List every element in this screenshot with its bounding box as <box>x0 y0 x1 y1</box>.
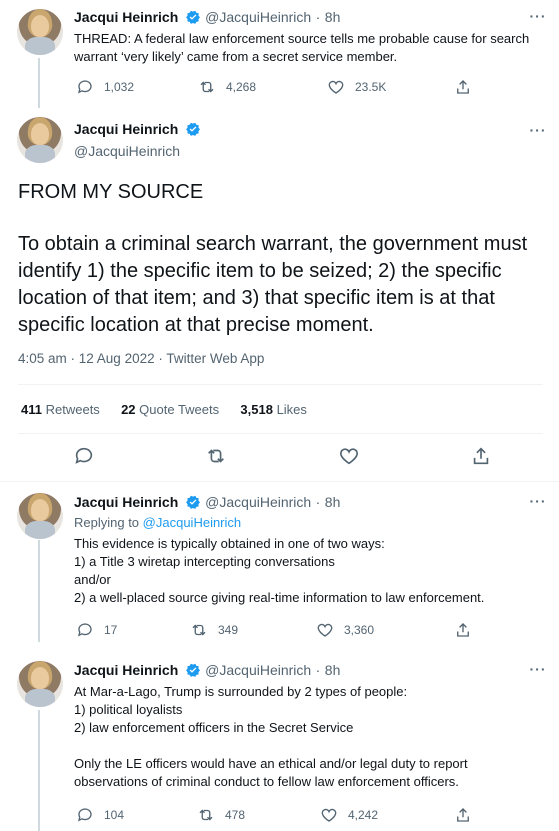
heart-icon <box>321 808 337 822</box>
separator-dot: · <box>315 662 321 678</box>
tweet-header: Jacqui Heinrich @JacquiHeinrich · 8h <box>74 9 340 27</box>
avatar[interactable] <box>17 117 63 163</box>
avatar[interactable] <box>17 493 63 539</box>
retweets-stat[interactable]: 411 Retweets <box>21 402 100 417</box>
likes-stat[interactable]: 3,518 Likes <box>240 402 307 417</box>
tweet-time[interactable]: 8h <box>325 9 341 25</box>
author-handle[interactable]: @JacquiHeinrich <box>205 9 311 25</box>
avatar[interactable] <box>17 661 63 707</box>
quote-tweets-stat[interactable]: 22 Quote Tweets <box>121 402 219 417</box>
main-author: Jacqui Heinrich @JacquiHeinrich <box>74 121 201 159</box>
share-button[interactable] <box>454 621 472 639</box>
retweet-button[interactable]: 349 <box>190 621 238 639</box>
reply-count: 1,032 <box>104 80 135 94</box>
verified-badge-icon <box>185 10 200 24</box>
like-button[interactable]: 4,242 <box>320 806 378 824</box>
retweet-count: 4,268 <box>226 80 257 94</box>
tweet-time[interactable]: 8h <box>325 662 341 678</box>
tweet-stats: 411 Retweets 22 Quote Tweets 3,518 Likes <box>21 402 307 417</box>
more-options-icon[interactable]: ··· <box>528 662 548 679</box>
retweet-button[interactable]: 478 <box>197 806 245 824</box>
share-icon <box>457 80 469 94</box>
main-tweet-heading: FROM MY SOURCE <box>18 181 204 203</box>
divider <box>18 384 543 385</box>
tweet-time[interactable]: 8h <box>325 494 341 510</box>
tweet-timestamp[interactable]: 4:05 am · 12 Aug 2022 · Twitter Web App <box>18 351 264 366</box>
like-button[interactable]: 23.5K <box>327 78 386 96</box>
retweet-button[interactable] <box>205 445 227 467</box>
reply-button[interactable]: 104 <box>76 806 124 824</box>
more-options-icon[interactable]: ··· <box>528 494 548 511</box>
reply-icon <box>77 623 92 637</box>
reply-button[interactable]: 1,032 <box>76 78 134 96</box>
reply-icon <box>77 808 92 822</box>
verified-badge-icon <box>185 122 200 136</box>
reply-button[interactable] <box>73 445 95 467</box>
replying-to-handle-link[interactable]: @JacquiHeinrich <box>143 515 241 530</box>
like-count: 4,242 <box>348 808 379 822</box>
reply-icon <box>77 80 92 94</box>
reply-icon <box>75 447 93 464</box>
share-icon <box>457 623 469 637</box>
heart-icon <box>339 448 359 465</box>
tweet-header: Jacqui Heinrich @JacquiHeinrich · 8h <box>74 662 340 680</box>
like-count: 3,360 <box>344 623 375 637</box>
retweet-count: 478 <box>225 808 246 822</box>
more-options-icon[interactable]: ··· <box>528 123 548 140</box>
heart-icon <box>317 623 333 637</box>
retweet-count: 349 <box>218 623 239 637</box>
share-button[interactable] <box>470 445 492 467</box>
reply-button[interactable]: 17 <box>76 621 117 639</box>
replying-to: Replying to @JacquiHeinrich <box>74 515 242 530</box>
share-button[interactable] <box>454 806 472 824</box>
verified-badge-icon <box>185 663 200 677</box>
thread-connector <box>38 710 40 831</box>
share-icon <box>457 808 469 822</box>
retweet-button[interactable]: 4,268 <box>198 78 256 96</box>
retweet-icon <box>208 449 224 463</box>
author-name[interactable]: Jacqui Heinrich <box>74 662 178 678</box>
author-handle[interactable]: @JacquiHeinrich <box>74 143 201 159</box>
thread-connector <box>38 540 40 642</box>
share-icon <box>473 447 489 465</box>
divider <box>0 481 559 482</box>
divider <box>18 433 543 434</box>
more-options-icon[interactable]: ··· <box>528 9 548 26</box>
author-name[interactable]: Jacqui Heinrich <box>74 9 178 25</box>
retweet-icon <box>199 809 213 821</box>
tweet-text: THREAD: A federal law enforcement source… <box>74 31 533 64</box>
separator-dot: · <box>315 9 321 25</box>
reply-count: 104 <box>104 808 125 822</box>
like-count: 23.5K <box>355 80 387 94</box>
separator-dot: · <box>315 494 321 510</box>
verified-badge-icon <box>185 495 200 509</box>
author-handle[interactable]: @JacquiHeinrich <box>205 662 311 678</box>
author-name[interactable]: Jacqui Heinrich <box>74 121 178 137</box>
avatar[interactable] <box>17 9 63 55</box>
like-button[interactable]: 3,360 <box>316 621 374 639</box>
thread-connector <box>38 58 40 108</box>
heart-icon <box>328 80 344 94</box>
retweet-icon <box>192 624 206 636</box>
like-button[interactable] <box>338 445 360 467</box>
retweet-icon <box>200 81 214 93</box>
author-handle[interactable]: @JacquiHeinrich <box>205 494 311 510</box>
main-tweet-body: To obtain a criminal search warrant, the… <box>18 233 533 336</box>
author-name[interactable]: Jacqui Heinrich <box>74 494 178 510</box>
share-button[interactable] <box>454 78 472 96</box>
tweet-header: Jacqui Heinrich @JacquiHeinrich · 8h <box>74 494 340 512</box>
tweet-text: At Mar-a-Lago, Trump is surrounded by 2 … <box>74 684 468 789</box>
reply-count: 17 <box>104 623 118 637</box>
tweet-text: This evidence is typically obtained in o… <box>74 536 485 605</box>
